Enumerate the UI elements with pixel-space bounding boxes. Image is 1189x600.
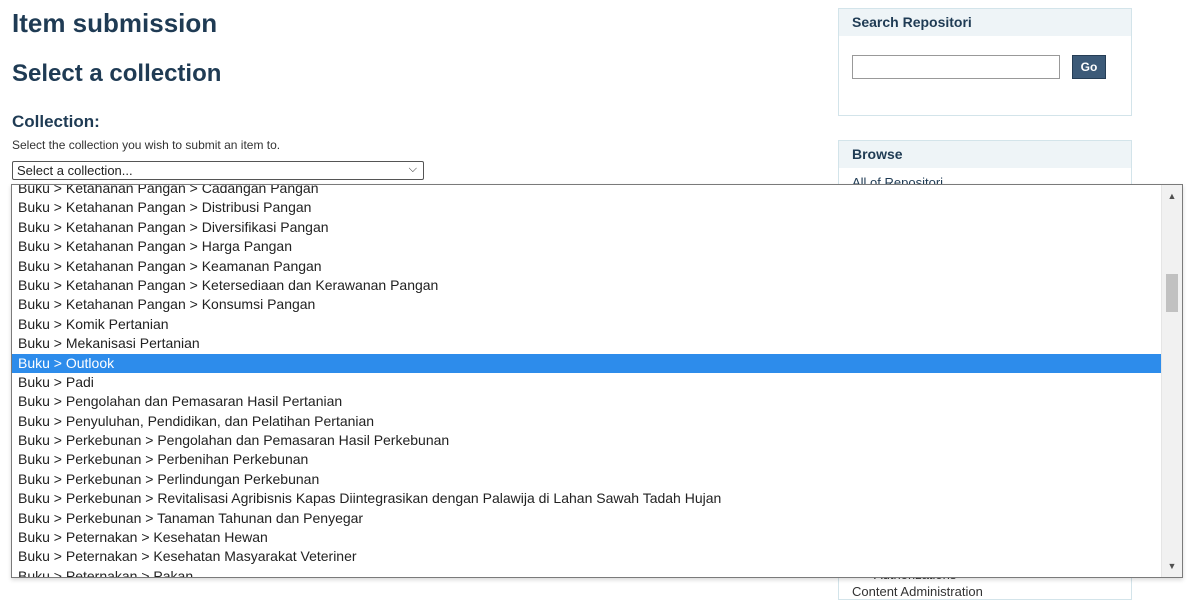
collection-option[interactable]: Buku > Ketahanan Pangan > Konsumsi Panga… xyxy=(12,295,1162,314)
collection-select-value: Select a collection... xyxy=(17,163,133,178)
collection-option[interactable]: Buku > Ketahanan Pangan > Keamanan Panga… xyxy=(12,257,1162,276)
collection-select[interactable]: Select a collection... ⌵ xyxy=(12,161,424,180)
collection-option[interactable]: Buku > Outlook xyxy=(12,353,1162,373)
search-panel-title: Search Repositori xyxy=(839,9,1131,36)
collection-option[interactable]: Buku > Peternakan > Kesehatan Masyarakat… xyxy=(12,547,1162,566)
collection-option[interactable]: Buku > Padi xyxy=(12,373,1162,392)
search-panel: Search Repositori Go xyxy=(838,8,1132,116)
collection-option[interactable]: Buku > Perkebunan > Revitalisasi Agribis… xyxy=(12,489,1162,508)
collection-option[interactable]: Buku > Perkebunan > Tanaman Tahunan dan … xyxy=(12,509,1162,528)
section-title: Select a collection xyxy=(12,60,222,87)
collection-option[interactable]: Buku > Peternakan > Pakan xyxy=(12,567,1162,577)
collection-option[interactable]: Buku > Perkebunan > Perbenihan Perkebuna… xyxy=(12,450,1162,469)
collection-option[interactable]: Buku > Ketahanan Pangan > Distribusi Pan… xyxy=(12,198,1162,217)
page-title: Item submission xyxy=(12,8,218,38)
collection-option[interactable]: Buku > Peternakan > Kesehatan Hewan xyxy=(12,528,1162,547)
browse-panel-title: Browse xyxy=(839,141,1131,168)
collection-option[interactable]: Buku > Komik Pertanian xyxy=(12,315,1162,334)
arrow-up-icon[interactable]: ▲ xyxy=(1162,187,1182,205)
go-button[interactable]: Go xyxy=(1072,55,1106,79)
collection-option[interactable]: Buku > Penyuluhan, Pendidikan, dan Pelat… xyxy=(12,412,1162,431)
collection-option[interactable]: Buku > Pengolahan dan Pemasaran Hasil Pe… xyxy=(12,392,1162,411)
collection-option[interactable]: Buku > Mekanisasi Pertanian xyxy=(12,334,1162,353)
collection-options: Buku > Ketahanan Pangan > Cadangan Panga… xyxy=(12,185,1162,577)
collection-help-text: Select the collection you wish to submit… xyxy=(12,138,281,152)
arrow-down-icon[interactable]: ▼ xyxy=(1162,557,1182,575)
chevron-down-icon: ⌵ xyxy=(408,163,417,175)
collection-option[interactable]: Buku > Ketahanan Pangan > Harga Pangan xyxy=(12,237,1162,256)
collection-option[interactable]: Buku > Ketahanan Pangan > Ketersediaan d… xyxy=(12,276,1162,295)
collection-label: Collection: xyxy=(12,112,100,131)
collection-option[interactable]: Buku > Perkebunan > Perlindungan Perkebu… xyxy=(12,470,1162,489)
collection-dropdown-list[interactable]: Buku > Ketahanan Pangan > Cadangan Panga… xyxy=(11,184,1183,578)
dropdown-scrollbar[interactable]: ▲ ▼ xyxy=(1161,185,1182,577)
collection-option[interactable]: Buku > Ketahanan Pangan > Cadangan Panga… xyxy=(12,185,1162,198)
search-input[interactable] xyxy=(852,55,1060,79)
collection-option[interactable]: Buku > Ketahanan Pangan > Diversifikasi … xyxy=(12,218,1162,237)
scrollbar-thumb[interactable] xyxy=(1166,274,1178,312)
collection-option[interactable]: Buku > Perkebunan > Pengolahan dan Pemas… xyxy=(12,431,1162,450)
